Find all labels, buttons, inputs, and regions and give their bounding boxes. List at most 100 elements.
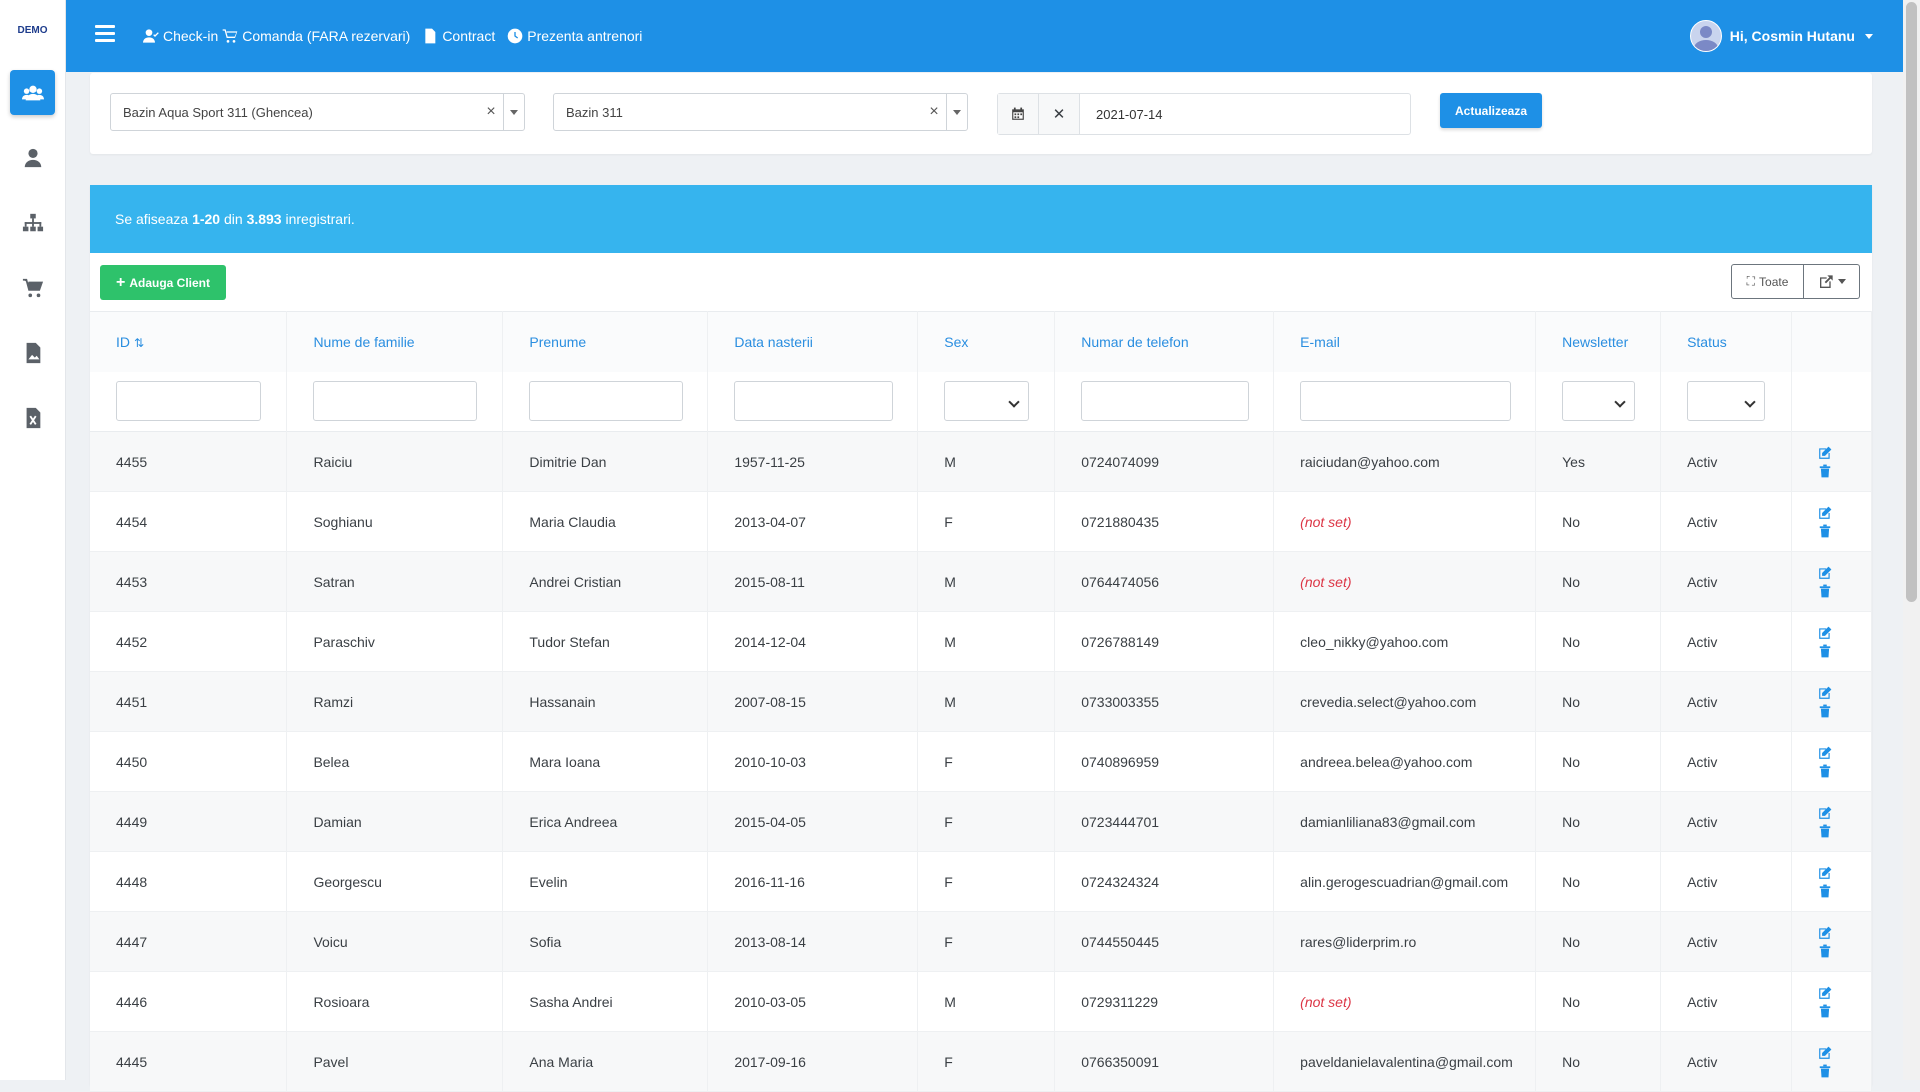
table-header-row: ID ⇅ Nume de familie Prenume Data nasteri… (90, 311, 1872, 372)
app-logo[interactable]: DEMO (10, 20, 55, 42)
sidebar-item-trainers[interactable] (10, 135, 55, 180)
chevron-down-icon (1865, 33, 1873, 39)
location-select[interactable]: Bazin Aqua Sport 311 (Ghencea) × (110, 93, 525, 131)
cell-last-name: Georgescu (286, 851, 504, 912)
trash-icon[interactable] (1818, 704, 1832, 718)
cell-id: 4455 (90, 431, 288, 492)
sidebar-item-orders[interactable] (10, 265, 55, 310)
add-client-button[interactable]: + Adauga Client (100, 265, 226, 300)
cell-last-name: Ramzi (286, 671, 504, 732)
cell-email: cleo_nikky@yahoo.com (1273, 611, 1537, 672)
edit-icon[interactable] (1818, 626, 1832, 640)
table-row: 4451 Ramzi Hassanain 2007-08-15 M 0733003355 c… (90, 671, 1872, 732)
clear-location-icon[interactable]: × (479, 103, 503, 121)
nav-check-in[interactable]: Check-in (143, 28, 218, 44)
column-header-newsletter[interactable]: Newsletter (1535, 311, 1662, 372)
filter-id-input[interactable] (116, 381, 261, 422)
column-header-last-name[interactable]: Nume de familie (286, 311, 504, 372)
cell-status: Activ (1660, 1031, 1792, 1092)
trash-icon[interactable] (1818, 824, 1832, 838)
date-value[interactable]: 2021-07-14 (1080, 107, 1163, 122)
menu-toggle-icon[interactable] (95, 25, 115, 43)
sidebar-item-clients[interactable] (10, 70, 55, 115)
trash-icon[interactable] (1818, 944, 1832, 958)
cell-actions (1791, 971, 1872, 1032)
nav-label: Contract (442, 28, 496, 44)
filter-sex-select[interactable] (944, 381, 1030, 422)
user-menu[interactable]: Hi, Cosmin Hutanu (1689, 0, 1873, 72)
filter-newsletter-select[interactable] (1562, 381, 1636, 422)
edit-icon[interactable] (1818, 446, 1832, 460)
filter-email-input[interactable] (1300, 381, 1512, 422)
cell-first-name: Maria Claudia (502, 491, 709, 552)
cell-sex: M (917, 431, 1056, 492)
filter-birth-date-input[interactable] (734, 381, 894, 422)
update-button[interactable]: Actualizeaza (1440, 93, 1542, 128)
column-header-email[interactable]: E-mail (1273, 311, 1537, 372)
calendar-icon[interactable] (998, 94, 1039, 134)
table-row: 4449 Damian Erica Andreea 2015-04-05 F 072344… (90, 791, 1872, 852)
cell-birth-date: 2013-08-14 (707, 911, 919, 972)
trash-icon[interactable] (1818, 884, 1832, 898)
trash-icon[interactable] (1818, 584, 1832, 598)
clear-facility-icon[interactable]: × (922, 103, 946, 121)
edit-icon[interactable] (1818, 746, 1832, 760)
facility-select[interactable]: Bazin 311 × (553, 93, 968, 131)
sidebar-item-reports[interactable] (10, 330, 55, 375)
edit-icon[interactable] (1818, 686, 1832, 700)
sidebar-item-export[interactable] (10, 395, 55, 440)
nav-order[interactable]: Comanda (FARA rezervari) (222, 28, 410, 44)
cell-sex: M (917, 551, 1056, 612)
cell-newsletter: No (1535, 791, 1662, 852)
edit-icon[interactable] (1818, 1046, 1832, 1060)
export-menu-button[interactable] (1804, 264, 1860, 299)
filter-phone-input[interactable] (1081, 381, 1250, 422)
chevron-down-icon[interactable] (503, 94, 524, 130)
trash-icon[interactable] (1818, 464, 1832, 478)
cell-actions (1791, 911, 1872, 972)
summary-prefix: Se afiseaza (115, 211, 193, 227)
cell-last-name: Paraschiv (286, 611, 504, 672)
cell-sex: F (917, 851, 1056, 912)
cell-phone: 0724074099 (1054, 431, 1275, 492)
trash-icon[interactable] (1818, 1064, 1832, 1078)
edit-icon[interactable] (1818, 866, 1832, 880)
edit-icon[interactable] (1818, 986, 1832, 1000)
cell-birth-date: 2007-08-15 (707, 671, 919, 732)
edit-icon[interactable] (1818, 926, 1832, 940)
cell-status: Activ (1660, 551, 1792, 612)
scrollbar-thumb[interactable] (1906, 2, 1917, 602)
clear-date-icon[interactable]: ✕ (1039, 94, 1080, 134)
trash-icon[interactable] (1818, 524, 1832, 538)
column-header-status[interactable]: Status (1660, 311, 1792, 372)
trash-icon[interactable] (1818, 1004, 1832, 1018)
filter-status-select[interactable] (1687, 381, 1766, 422)
nav-contract[interactable]: Contract (422, 28, 495, 44)
filter-first-name-input[interactable] (529, 381, 684, 422)
cell-sex: F (917, 731, 1056, 792)
edit-icon[interactable] (1818, 566, 1832, 580)
column-header-sex[interactable]: Sex (917, 311, 1056, 372)
cell-email: paveldanielavalentina@gmail.com (1273, 1031, 1537, 1092)
sort-icon[interactable]: ⇅ (134, 336, 144, 350)
edit-icon[interactable] (1818, 806, 1832, 820)
cell-first-name: Hassanain (502, 671, 709, 732)
column-header-birth-date[interactable]: Data nasterii (707, 311, 919, 372)
sidebar-item-structure[interactable] (10, 200, 55, 245)
page-scrollbar[interactable] (1903, 0, 1920, 1080)
nav-trainer-attendance[interactable]: Prezenta antrenori (507, 28, 642, 44)
filter-last-name-input[interactable] (313, 381, 478, 422)
cell-last-name: Damian (286, 791, 504, 852)
column-header-id[interactable]: ID ⇅ (90, 311, 288, 372)
avatar (1689, 20, 1722, 52)
show-all-button[interactable]: ⛶ Toate (1731, 264, 1804, 299)
date-picker[interactable]: ✕ 2021-07-14 (997, 93, 1411, 135)
column-header-first-name[interactable]: Prenume (502, 311, 709, 372)
edit-icon[interactable] (1818, 506, 1832, 520)
cell-birth-date: 2014-12-04 (707, 611, 919, 672)
column-header-phone[interactable]: Numar de telefon (1054, 311, 1275, 372)
trash-icon[interactable] (1818, 764, 1832, 778)
trash-icon[interactable] (1818, 644, 1832, 658)
chevron-down-icon[interactable] (946, 94, 967, 130)
cell-last-name: Voicu (286, 911, 504, 972)
